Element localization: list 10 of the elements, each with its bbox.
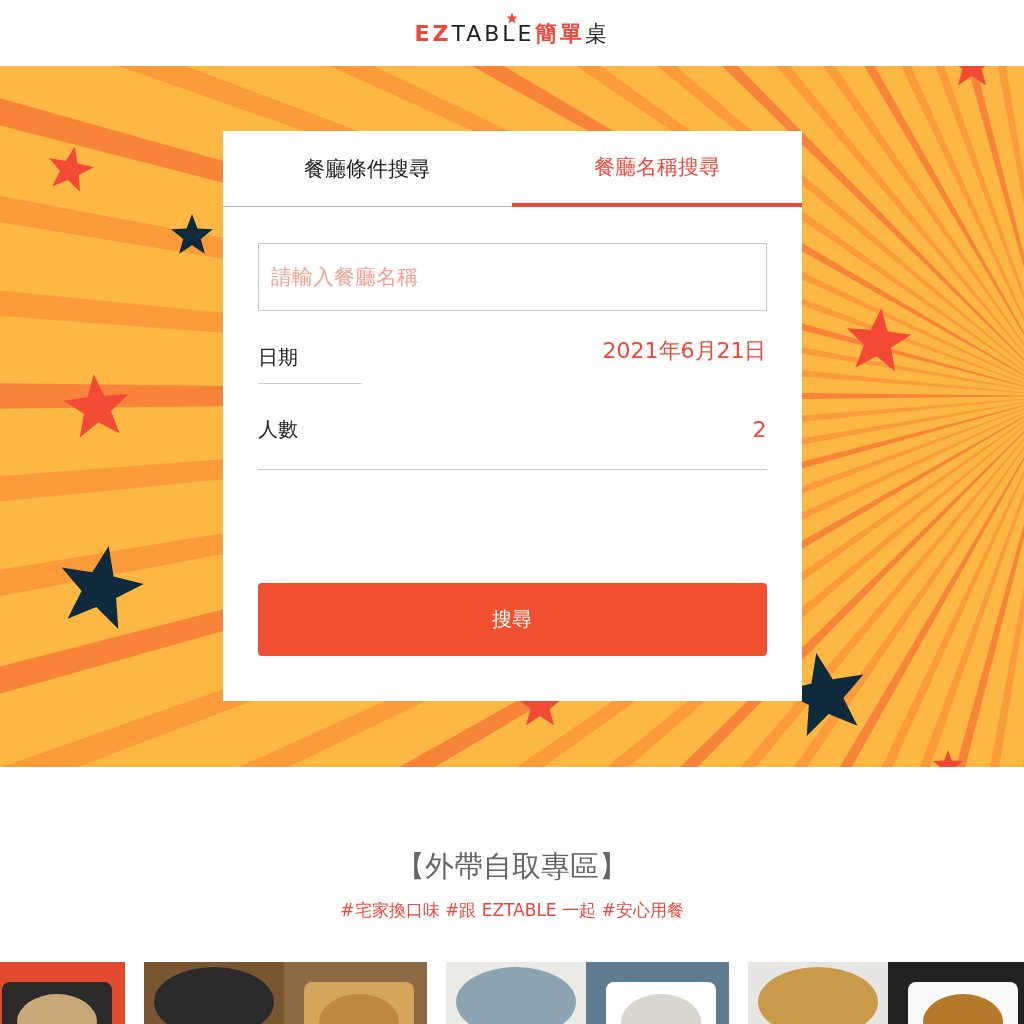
star-icon	[506, 12, 518, 24]
hashtags: #宅家換口味 #跟 EZTABLE 一起 #安心用餐	[340, 899, 684, 922]
field-value[interactable]: 2021年6月21日	[602, 335, 767, 366]
field-label: 日期	[257, 317, 362, 384]
field-value[interactable]: 2	[752, 417, 767, 442]
field-label: 人數	[257, 416, 298, 443]
section-title: 【外帶自取專區】	[396, 848, 628, 885]
logo[interactable]: EZTABLE 簡單桌	[414, 22, 610, 46]
search-button[interactable]: 搜尋	[257, 583, 767, 656]
search-field[interactable]: 請輸入餐廳名稱	[257, 243, 767, 311]
